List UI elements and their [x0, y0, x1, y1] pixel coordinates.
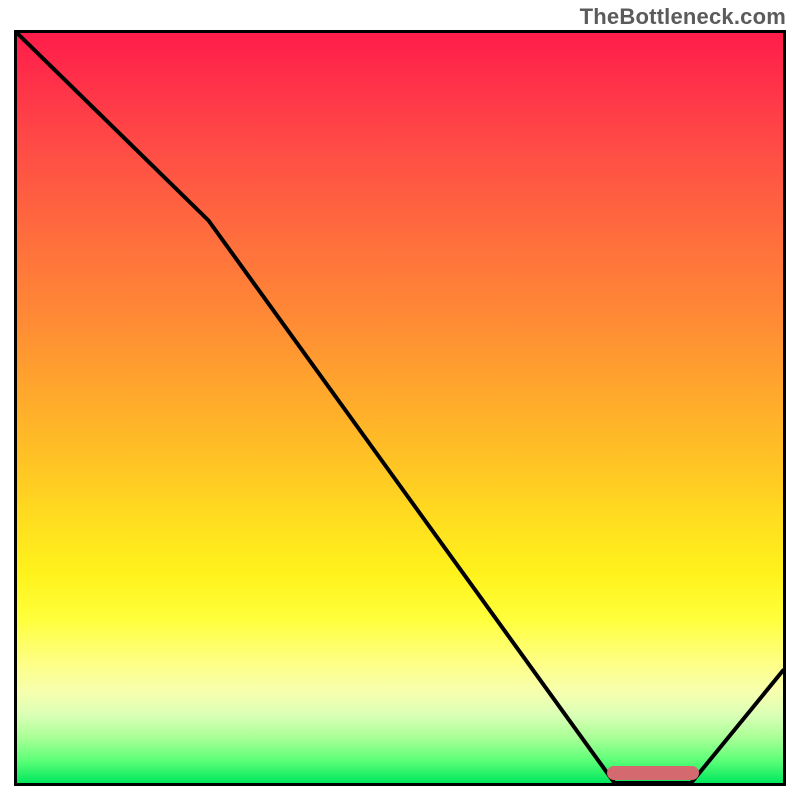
watermark-text: TheBottleneck.com: [580, 4, 786, 30]
curve-polyline: [17, 33, 783, 783]
bottleneck-curve: [17, 33, 783, 783]
chart-container: TheBottleneck.com: [0, 0, 800, 800]
plot-frame: [14, 30, 786, 786]
target-range-marker: [607, 766, 699, 780]
